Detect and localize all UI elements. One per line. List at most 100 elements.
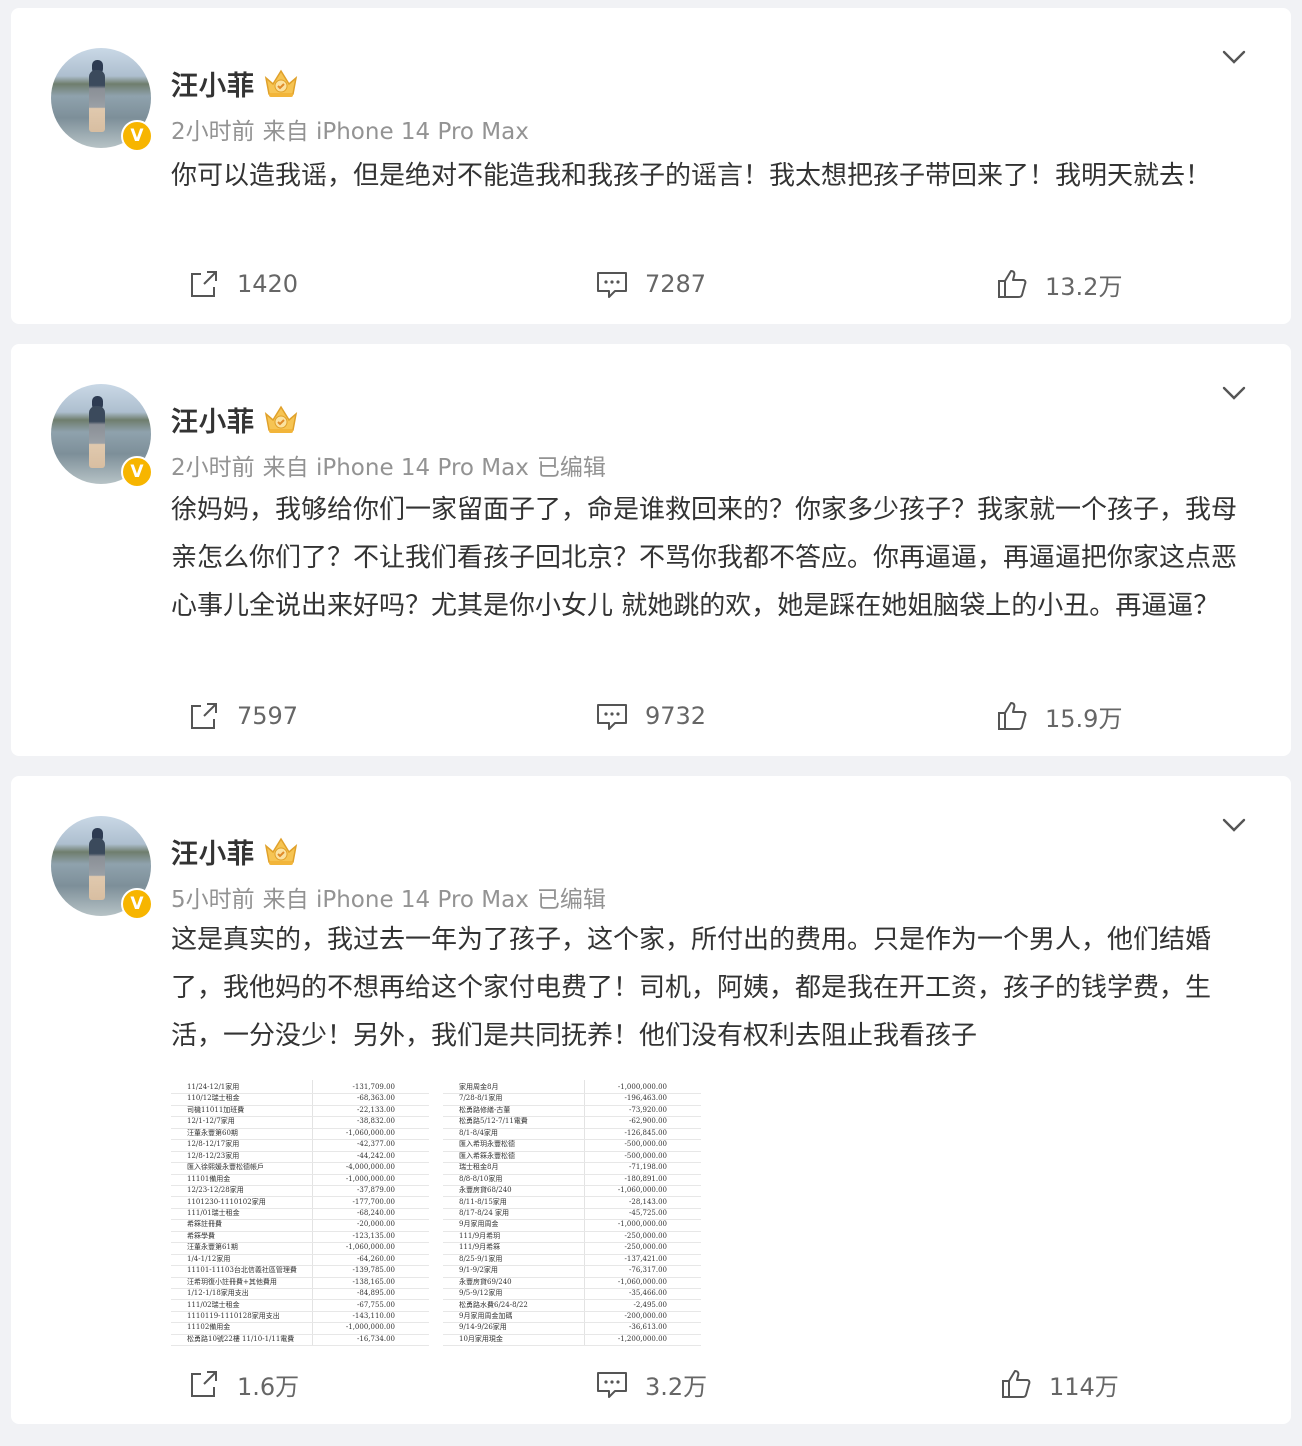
sheet-row-label: 汪董永豐第60期 <box>187 1128 238 1137</box>
sheet-row-label: 1110119-1110128家用支出 <box>187 1312 280 1320</box>
post-card: V 汪小菲 2小时前 来自 iPhone 14 Pro Max 你可以造我谣，但是… <box>11 8 1291 324</box>
sheet-row-label: 永豐房貸69/240 <box>459 1277 512 1286</box>
sheet-row-amount: -180,891.00 <box>624 1174 667 1183</box>
sheet-row-amount: -2,495.00 <box>633 1300 667 1309</box>
sheet-row-label: 松勇路5/12-7/11電費 <box>459 1117 528 1126</box>
author-name[interactable]: 汪小菲 <box>171 832 255 871</box>
post-text: 你可以造我谣，但是绝对不能造我和我孩子的谣言！我太想把孩子带回来了！我明天就去！ <box>171 161 1212 191</box>
sheet-row-label: 9/14-9/26家用 <box>459 1323 507 1332</box>
chevron-down-icon[interactable] <box>1221 380 1247 406</box>
sheet-row-label: 9/5-9/12家用 <box>459 1289 503 1298</box>
comment-button[interactable]: 7287 <box>595 264 706 304</box>
comment-count: 9732 <box>645 702 707 730</box>
sheet-row-amount: -38,832.00 <box>357 1117 395 1126</box>
sheet-row: 松勇路10號22樓 11/10-1/11電費 -16,734.00 <box>171 1334 429 1346</box>
sheet-row-label: 匯入希箖永豐松德 <box>459 1151 515 1160</box>
sheet-row-amount: -16,734.00 <box>357 1334 395 1343</box>
author-name[interactable]: 汪小菲 <box>171 400 255 439</box>
post-source: 来自 iPhone 14 Pro Max <box>262 887 529 913</box>
author-name[interactable]: 汪小菲 <box>171 64 255 103</box>
post-source: 来自 iPhone 14 Pro Max <box>262 119 529 145</box>
post-time[interactable]: 2小时前 <box>171 455 255 481</box>
sheet-row-amount: -131,709.00 <box>352 1083 395 1091</box>
comment-button[interactable]: 9732 <box>595 696 706 736</box>
sheet-row-amount: -36,613.00 <box>629 1323 667 1332</box>
chevron-down-icon[interactable] <box>1221 812 1247 838</box>
sheet-row-label: 1101230-1110102家用 <box>187 1197 266 1206</box>
repost-icon <box>191 703 217 729</box>
chevron-down-icon[interactable] <box>1221 44 1247 70</box>
sheet-row-label: 8/17-8/24 家用 <box>459 1208 510 1217</box>
repost-button[interactable]: 1.6万 <box>187 1364 299 1404</box>
sheet-row-amount: -138,165.00 <box>352 1277 395 1286</box>
sheet-row-label: 匯入徐熙媛永豐松德帳戶 <box>187 1163 264 1172</box>
repost-count: 7597 <box>237 702 299 730</box>
post-text: 这是真实的，我过去一年为了孩子，这个家，所付出的费用。只是作为一个男人，他们结婚… <box>171 925 1212 1051</box>
sheet-row-amount: -1,060,000.00 <box>617 1277 667 1286</box>
sheet-row-label: 希箖學費 <box>187 1231 215 1240</box>
sheet-row-label: 111/02瑞士租金 <box>187 1300 240 1309</box>
comment-icon <box>597 1372 627 1398</box>
post-edited: 已编辑 <box>536 455 606 481</box>
crown-icon <box>264 405 298 433</box>
thumbs-up-icon <box>998 270 1027 298</box>
sheet-row-amount: -139,785.00 <box>352 1266 395 1275</box>
sheet-row-label: 9/1-9/2家用 <box>459 1266 498 1275</box>
sheet-row-label: 希箖註冊費 <box>187 1220 222 1229</box>
sheet-row-amount: -20,000.00 <box>357 1220 395 1229</box>
comment-button[interactable]: 3.2万 <box>595 1364 707 1404</box>
sheet-row-amount: -76,317.00 <box>629 1266 667 1275</box>
sheet-row-amount: -143,110.00 <box>352 1312 395 1320</box>
sheet-row-amount: -1,200,000.00 <box>617 1334 667 1343</box>
comment-icon <box>597 272 627 298</box>
sheet-row-amount: -1,000,000.00 <box>345 1174 395 1183</box>
sheet-row-label: 汪希玥復小註冊費+其他費用 <box>187 1277 277 1286</box>
sheet-row-label: 永豐房貸68/240 <box>459 1186 512 1195</box>
sheet-row-label: 110/12瑞士租金 <box>187 1094 240 1103</box>
expense-sheet-image[interactable]: 家用周金8月 -1,000,000.00 7/28-8/1家用 -196,463.00… <box>443 1080 701 1346</box>
sheet-row-amount: -37,879.00 <box>357 1186 395 1195</box>
post-meta: 2小时前 来自 iPhone 14 Pro Max <box>171 112 545 146</box>
sheet-row-amount: -64,260.00 <box>357 1254 395 1263</box>
sheet-row-amount: -500,000.00 <box>624 1140 667 1149</box>
sheet-row-amount: -22,133.00 <box>357 1105 395 1114</box>
sheet-row-amount: -137,421.00 <box>624 1254 667 1263</box>
repost-count: 1420 <box>237 270 299 298</box>
sheet-row-label: 12/8-12/17家用 <box>187 1140 240 1149</box>
sheet-row-amount: -42,377.00 <box>357 1140 395 1149</box>
sheet-row-label: 汪董永豐第61期 <box>187 1243 238 1252</box>
sheet-row-label: 111/01瑞士租金 <box>187 1208 240 1217</box>
sheet-row-label: 司機11011加班費 <box>187 1105 245 1114</box>
avatar-person-figure <box>89 406 105 468</box>
sheet-row-amount: -196,463.00 <box>624 1094 667 1103</box>
repost-button[interactable]: 1420 <box>187 264 298 304</box>
post-time[interactable]: 5小时前 <box>171 887 255 913</box>
sheet-row-label: 11102備用金 <box>187 1323 231 1332</box>
sheet-row-amount: -250,000.00 <box>624 1231 667 1240</box>
sheet-row-amount: -67,755.00 <box>357 1300 395 1309</box>
post-meta: 5小时前 来自 iPhone 14 Pro Max 已编辑 <box>171 880 614 914</box>
sheet-row-amount: -35,466.00 <box>629 1289 667 1298</box>
post-actions: 1420 7287 13.2万 <box>11 264 1291 304</box>
sheet-row-label: 111/9月希箖 <box>459 1243 501 1252</box>
expense-sheet-image[interactable]: 11/24-12/1家用 -131,709.00 110/12瑞士租金 -68,363… <box>171 1080 429 1346</box>
like-button[interactable]: 15.9万 <box>995 696 1122 736</box>
like-button[interactable]: 114万 <box>999 1364 1119 1404</box>
sheet-row-label: 松勇路10號22樓 11/10-1/11電費 <box>187 1334 295 1343</box>
sheet-row-amount: -68,363.00 <box>357 1094 395 1103</box>
sheet-row-label: 10月家用現金 <box>459 1334 503 1343</box>
sheet-row-label: 8/25-9/1家用 <box>459 1254 503 1263</box>
repost-button[interactable]: 7597 <box>187 696 298 736</box>
comment-count: 3.2万 <box>645 1372 708 1401</box>
sheet-row-label: 1/4-1/12家用 <box>187 1254 231 1263</box>
sheet-row-amount: -28,143.00 <box>629 1197 667 1206</box>
sheet-row-label: 12/1-12/7家用 <box>187 1117 235 1126</box>
like-button[interactable]: 13.2万 <box>995 264 1122 304</box>
post-card: V 汪小菲 2小时前 来自 iPhone 14 Pro Max 已编辑 徐妈妈，我够… <box>11 344 1291 756</box>
avatar-person-figure <box>89 70 105 132</box>
comment-icon <box>597 704 627 730</box>
sheet-row-amount: -123,135.00 <box>352 1231 395 1240</box>
sheet-row-label: 9月家用周金加碼 <box>459 1312 513 1320</box>
post-actions: 1.6万 3.2万 114万 <box>11 1364 1291 1404</box>
post-time[interactable]: 2小时前 <box>171 119 255 145</box>
